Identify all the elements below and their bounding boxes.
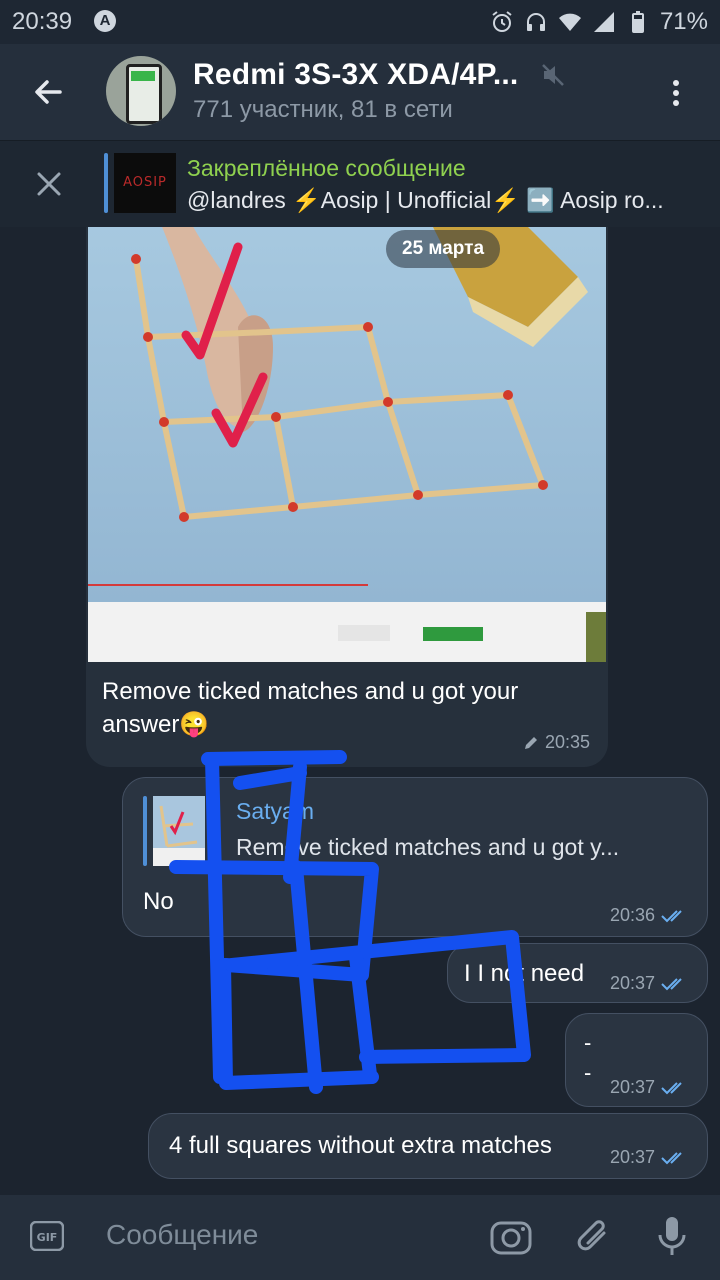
message-meta: 20:36 [610, 905, 689, 926]
reply-quote: Remove ticked matches and u got y... [236, 834, 620, 860]
status-icons: 71% [490, 8, 708, 36]
message-text: 4 full squares without extra matches [169, 1132, 552, 1159]
date-pill: 25 марта [386, 230, 501, 268]
svg-text:GIF: GIF [37, 1231, 58, 1244]
microphone-icon[interactable] [656, 1215, 688, 1259]
pinned-accent-bar [104, 153, 108, 213]
muted-speaker-icon [542, 64, 564, 86]
message-meta: 20:37 [610, 1077, 689, 1098]
status-bar: 20:39 A 71% [0, 0, 720, 44]
message-meta: 20:37 [610, 1147, 689, 1168]
message-text: - - [584, 1030, 592, 1085]
more-menu-icon[interactable] [666, 78, 686, 108]
edited-pencil-icon [524, 736, 537, 749]
close-icon[interactable] [34, 169, 64, 199]
attach-paperclip-icon[interactable] [574, 1215, 614, 1259]
message-time: 20:37 [609, 1077, 655, 1097]
pinned-thumbnail: AOSIP [114, 153, 176, 213]
signal-icon [593, 12, 614, 32]
message-time: 20:36 [609, 905, 655, 925]
message-text: Remove ticked matches and u got your ans… [102, 678, 519, 738]
status-time: 20:39 [12, 8, 73, 35]
message-text: No [143, 888, 174, 915]
message-composer: GIF Сообщение [0, 1195, 720, 1280]
pinned-text: @landres ⚡Aosip | Unofficial⚡ ➡️ Aosip r… [187, 187, 664, 213]
message-input[interactable]: Сообщение [106, 1219, 258, 1251]
outgoing-message[interactable]: 4 full squares without extra matches 20:… [148, 1113, 708, 1179]
camera-icon[interactable] [490, 1217, 532, 1257]
back-arrow-icon[interactable] [30, 74, 66, 110]
pinned-title: Закреплённое сообщение [187, 155, 466, 181]
phone-image [126, 64, 162, 124]
headphones-icon [526, 13, 545, 31]
message-time: 20:37 [609, 973, 655, 993]
group-title[interactable]: Redmi 3S-3X XDA/4P... [193, 58, 518, 92]
chat-area[interactable]: 25 марта Remove ticked matches and u got… [0, 227, 720, 1195]
double-check-icon [661, 1081, 682, 1094]
gif-icon[interactable]: GIF [30, 1221, 64, 1251]
outgoing-message[interactable]: I I not need 20:37 [447, 943, 708, 1003]
message-text: I I not need [464, 960, 585, 987]
reply-thumbnail [153, 796, 205, 866]
double-check-icon [661, 909, 682, 922]
message-meta: 20:37 [610, 973, 689, 994]
message-photo[interactable]: 25 марта [88, 227, 606, 662]
battery-icon [631, 11, 644, 33]
outgoing-reply-message[interactable]: Satyam Remove ticked matches and u got y… [122, 777, 708, 937]
reply-accent-bar [143, 796, 147, 866]
chat-header: Redmi 3S-3X XDA/4P... 771 участник, 81 в… [0, 44, 720, 140]
group-avatar[interactable] [106, 56, 176, 126]
double-check-icon [661, 1151, 682, 1164]
double-check-icon [661, 977, 682, 990]
wifi-icon [558, 13, 581, 31]
message-meta: 20:35 [523, 732, 590, 753]
notification-a-icon: A [94, 10, 116, 32]
member-count: 771 участник, 81 в сети [193, 96, 453, 123]
matchstick-photo [88, 227, 606, 662]
message-time: 20:37 [609, 1147, 655, 1167]
pinned-message-bar[interactable]: AOSIP Закреплённое сообщение @landres ⚡A… [0, 140, 720, 228]
reply-author: Satyam [236, 798, 314, 824]
incoming-photo-message[interactable]: 25 марта Remove ticked matches and u got… [86, 227, 608, 767]
outgoing-message[interactable]: - - 20:37 [565, 1013, 708, 1107]
alarm-icon [492, 11, 512, 32]
message-time: 20:35 [544, 732, 590, 752]
battery-percent: 71% [659, 8, 708, 35]
